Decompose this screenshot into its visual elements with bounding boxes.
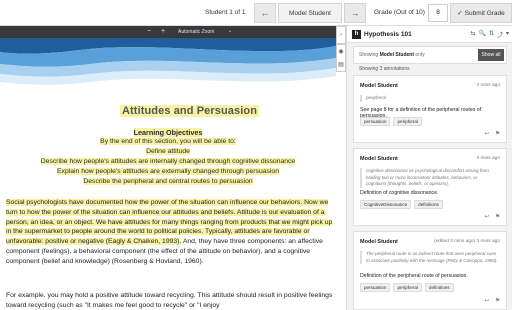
tag-list: CognitiveDissonance definitions [360,200,443,209]
tag[interactable]: peripheral [393,283,422,292]
grade-label: Grade (Out of 10) [374,9,425,16]
previous-student-button[interactable]: ← [254,3,276,23]
document-title: Attitudes and Persuasion [120,105,260,117]
flag-icon[interactable]: ⚑ [495,131,500,137]
annotation-actions: ↩ ⚑ [484,131,500,137]
zoom-out-button[interactable]: − [147,28,151,35]
annotation-actions: ↩ ⚑ [484,214,500,220]
tag[interactable]: definitions [414,200,443,209]
grading-app: Student 1 of 1 ← Model Student → Grade (… [0,0,512,310]
grading-toolbar: Student 1 of 1 ← Model Student → Grade (… [0,0,512,26]
next-student-button[interactable]: → [344,3,366,23]
show-all-button[interactable]: Show all [478,49,504,61]
swap-icon[interactable]: ⇆ [470,30,475,39]
annotation-author[interactable]: Model Student [360,239,398,245]
tag-list: persuasion peripheral [360,117,422,126]
annotation-quote: peripheral [360,95,498,102]
tag[interactable]: persuasion [360,283,391,292]
pdf-page: Attitudes and Persuasion Learning Object… [0,38,336,310]
tag[interactable]: peripheral [393,117,422,126]
annotation-time[interactable]: 4 mins ago [477,83,500,88]
tag[interactable]: persuasion [360,117,391,126]
annotation-body: Definition of the peripheral route of pe… [360,273,468,279]
sort-icon[interactable]: ⇅ [489,30,494,39]
reply-icon[interactable]: ↩ [484,214,489,220]
annotation-body: Definition of cognitive dissonance. [360,190,439,196]
group-name[interactable]: Hypothesis 101 [364,31,412,38]
chevron-down-icon[interactable]: ▾ [506,30,509,39]
student-counter: Student 1 of 1 [205,9,246,16]
submit-grade-label: Submit Grade [464,9,505,17]
objective-item: Explain how people's attitudes are exter… [57,168,279,175]
filter-text: Showing Model Student only [359,52,425,58]
zoom-select[interactable]: Automatic Zoom [178,29,214,35]
learning-objectives-intro: By the end of this section, you will be … [100,138,236,145]
sidebar-collapse-button[interactable]: › [336,26,346,44]
pdf-toolbar: − + Automatic Zoom ⌄ [0,26,336,38]
check-icon: ✓ [457,10,463,17]
annotation-quote: The peripheral route is an indirect rout… [360,251,498,264]
objective-item: Define attitude [146,148,190,155]
annotation-quote: cognitive dissonance as psychological di… [360,168,498,188]
hypothesis-sidebar: h Hypothesis 101 ⇆ 🔍 ⇅ ⤴ ▾ Showing Model… [346,26,512,310]
annotation-card[interactable]: Model Student 3 mins ago cognitive disso… [353,148,507,226]
share-icon[interactable]: ⤴ [497,30,503,39]
annotation-card[interactable]: Model Student (edited 3 mins ago) 3 mins… [353,231,507,310]
tag[interactable]: CognitiveDissonance [360,200,412,209]
body-paragraph: For example, you may hold a positive att… [6,292,333,309]
annotation-author[interactable]: Model Student [360,156,398,162]
user-filter-banner: Showing Model Student only Show all [353,46,507,64]
annotation-actions: ↩ ⚑ [484,298,500,304]
sidebar-header: h Hypothesis 101 ⇆ 🔍 ⇅ ⤴ ▾ [347,26,512,43]
student-select[interactable]: Model Student [278,3,342,23]
annotator-tools: ◉ ▤ [336,44,346,72]
header-wave-graphic [0,38,336,85]
hypothesis-logo: h [352,30,361,39]
tag[interactable]: definitions [424,283,454,292]
body-paragraph: Social psychologists have documented how… [6,199,333,265]
grade-input[interactable]: 8 [428,4,448,22]
annotation-count: Showing 3 annotations [359,66,410,72]
chevron-down-icon: ⌄ [228,28,233,34]
objective-item: Describe the peripheral and central rout… [83,178,253,185]
annotation-author[interactable]: Model Student [360,83,398,89]
annotation-card[interactable]: Model Student 4 mins ago peripheral See … [353,75,507,143]
submit-grade-button[interactable]: ✓ Submit Grade [450,3,512,23]
objective-item: Describe how people's attitudes are inte… [40,158,296,165]
flag-icon[interactable]: ⚑ [495,298,500,304]
tag-list: persuasion peripheral definitions [360,283,454,292]
annotation-time[interactable]: 3 mins ago [477,156,500,161]
learning-objectives-heading: Learning Objectives [133,128,203,137]
reply-icon[interactable]: ↩ [484,131,489,137]
header-icons: ⇆ 🔍 ⇅ ⤴ ▾ [470,30,509,39]
annotation-time[interactable]: (edited 3 mins ago) 3 mins ago [434,239,500,244]
reply-icon[interactable]: ↩ [484,298,489,304]
search-icon[interactable]: 🔍 [478,30,485,39]
eye-icon[interactable]: ◉ [337,45,345,58]
flag-icon[interactable]: ⚑ [495,214,500,220]
zoom-in-button[interactable]: + [161,28,165,35]
note-icon[interactable]: ▤ [337,58,345,71]
